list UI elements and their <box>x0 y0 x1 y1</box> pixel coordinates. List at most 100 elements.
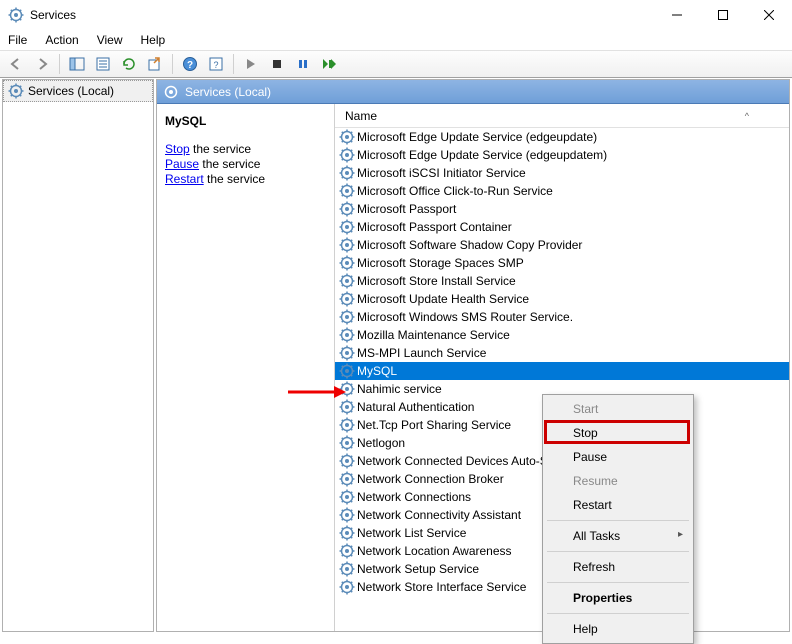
menu-item-refresh[interactable]: Refresh <box>545 555 691 579</box>
service-name-label: Network List Service <box>357 526 466 540</box>
list-header[interactable]: Name ^ <box>335 104 789 128</box>
menu-view[interactable]: View <box>97 33 123 47</box>
menu-item-stop[interactable]: Stop <box>545 421 691 445</box>
close-button[interactable] <box>746 0 792 30</box>
service-row[interactable]: MS-MPI Launch Service <box>335 344 789 362</box>
service-name-label: Microsoft Edge Update Service (edgeupdat… <box>357 130 597 144</box>
gear-icon <box>339 165 355 181</box>
sort-indicator-icon: ^ <box>745 111 749 121</box>
maximize-button[interactable] <box>700 0 746 30</box>
back-button[interactable] <box>4 52 28 76</box>
service-name-label: MS-MPI Launch Service <box>357 346 486 360</box>
service-name-label: Microsoft Software Shadow Copy Provider <box>357 238 582 252</box>
gear-icon <box>339 183 355 199</box>
menu-item-pause[interactable]: Pause <box>545 445 691 469</box>
restart-service-button[interactable] <box>317 52 341 76</box>
start-service-button[interactable] <box>239 52 263 76</box>
help-button[interactable]: ? <box>178 52 202 76</box>
service-name-label: Network Connected Devices Auto-Setup <box>357 454 571 468</box>
content-header: Services (Local) <box>157 80 789 104</box>
menu-separator <box>547 613 689 614</box>
show-hide-tree-button[interactable] <box>65 52 89 76</box>
service-row[interactable]: Microsoft Edge Update Service (edgeupdat… <box>335 146 789 164</box>
content-header-label: Services (Local) <box>185 85 271 99</box>
service-name-label: Microsoft Update Health Service <box>357 292 529 306</box>
refresh-button[interactable] <box>117 52 141 76</box>
gear-icon <box>339 273 355 289</box>
gear-icon <box>339 237 355 253</box>
toolbar-separator <box>59 54 60 74</box>
svg-text:?: ? <box>213 60 218 70</box>
service-row[interactable]: Microsoft Passport <box>335 200 789 218</box>
gear-icon <box>339 327 355 343</box>
service-name-label: Natural Authentication <box>357 400 474 414</box>
service-name-label: Network Connectivity Assistant <box>357 508 521 522</box>
menu-separator <box>547 582 689 583</box>
service-name-label: Network Store Interface Service <box>357 580 526 594</box>
service-name-label: Network Connections <box>357 490 471 504</box>
service-action-link[interactable]: Pause <box>165 157 199 171</box>
menu-item-help[interactable]: Help <box>545 617 691 641</box>
service-action-line: Stop the service <box>165 142 326 156</box>
service-name-label: Microsoft Office Click-to-Run Service <box>357 184 553 198</box>
tree-pane: Services (Local) <box>2 79 154 632</box>
service-name-label: Mozilla Maintenance Service <box>357 328 510 342</box>
service-name-label: Network Connection Broker <box>357 472 504 486</box>
service-row[interactable]: MySQL <box>335 362 789 380</box>
gear-icon <box>339 561 355 577</box>
menu-item-resume: Resume <box>545 469 691 493</box>
service-row[interactable]: Mozilla Maintenance Service <box>335 326 789 344</box>
menu-item-start: Start <box>545 397 691 421</box>
window-title: Services <box>30 8 654 22</box>
forward-button[interactable] <box>30 52 54 76</box>
service-name-label: Net.Tcp Port Sharing Service <box>357 418 511 432</box>
service-name-label: Network Setup Service <box>357 562 479 576</box>
service-row[interactable]: Microsoft Office Click-to-Run Service <box>335 182 789 200</box>
service-name-label: Microsoft Passport Container <box>357 220 512 234</box>
tree-root-item[interactable]: Services (Local) <box>3 80 153 102</box>
gear-icon <box>339 489 355 505</box>
menu-action[interactable]: Action <box>45 33 78 47</box>
gear-icon <box>339 471 355 487</box>
column-name[interactable]: Name <box>341 109 381 123</box>
selected-service-name: MySQL <box>165 114 326 128</box>
service-action-link[interactable]: Restart <box>165 172 204 186</box>
menu-item-all-tasks[interactable]: All Tasks <box>545 524 691 548</box>
menubar: File Action View Help <box>0 30 792 50</box>
pause-service-button[interactable] <box>291 52 315 76</box>
menu-file[interactable]: File <box>8 33 27 47</box>
service-row[interactable]: Microsoft iSCSI Initiator Service <box>335 164 789 182</box>
menu-help[interactable]: Help <box>141 33 166 47</box>
service-name-label: Microsoft iSCSI Initiator Service <box>357 166 526 180</box>
gear-icon <box>339 291 355 307</box>
menu-item-restart[interactable]: Restart <box>545 493 691 517</box>
stop-service-button[interactable] <box>265 52 289 76</box>
export-button[interactable] <box>143 52 167 76</box>
service-action-link[interactable]: Stop <box>165 142 190 156</box>
service-row[interactable]: Microsoft Store Install Service <box>335 272 789 290</box>
service-name-label: Microsoft Windows SMS Router Service. <box>357 310 573 324</box>
titlebar: Services <box>0 0 792 30</box>
service-name-label: Netlogon <box>357 436 405 450</box>
service-row[interactable]: Microsoft Passport Container <box>335 218 789 236</box>
service-row[interactable]: Microsoft Update Health Service <box>335 290 789 308</box>
toolbar-separator <box>233 54 234 74</box>
properties-button[interactable] <box>91 52 115 76</box>
gear-icon <box>339 435 355 451</box>
service-row[interactable]: Microsoft Storage Spaces SMP <box>335 254 789 272</box>
gear-icon <box>339 345 355 361</box>
menu-separator <box>547 520 689 521</box>
service-name-label: MySQL <box>357 364 397 378</box>
service-name-label: Microsoft Passport <box>357 202 456 216</box>
service-name-label: Microsoft Edge Update Service (edgeupdat… <box>357 148 607 162</box>
menu-item-properties[interactable]: Properties <box>545 586 691 610</box>
help2-button[interactable]: ? <box>204 52 228 76</box>
gear-icon <box>339 579 355 595</box>
service-row[interactable]: Microsoft Software Shadow Copy Provider <box>335 236 789 254</box>
service-row[interactable]: Microsoft Edge Update Service (edgeupdat… <box>335 128 789 146</box>
service-action-line: Restart the service <box>165 172 326 186</box>
gear-icon <box>339 507 355 523</box>
minimize-button[interactable] <box>654 0 700 30</box>
service-row[interactable]: Microsoft Windows SMS Router Service. <box>335 308 789 326</box>
gear-icon <box>339 417 355 433</box>
